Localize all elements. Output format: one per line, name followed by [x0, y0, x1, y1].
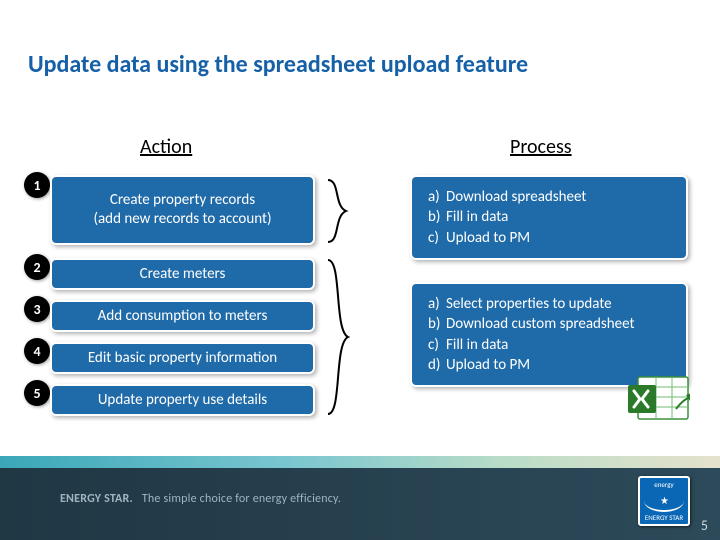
p2-c-key: c) [426, 335, 444, 355]
p2-d-val: Upload to PM [444, 355, 637, 375]
action-4-label: Edit basic property information [88, 349, 277, 367]
p2-a-val: Select properties to update [444, 294, 637, 314]
footer-gradient-band [0, 456, 720, 468]
p2-d-key: d) [426, 355, 444, 375]
step-number-4: 4 [24, 338, 50, 364]
action-block-5: Update property use details [50, 384, 315, 416]
step-number-1: 1 [24, 172, 50, 198]
step-number-2: 2 [24, 254, 50, 280]
brace-2 [326, 258, 356, 416]
p1-b-val: Fill in data [444, 207, 588, 227]
slide-title: Update data using the spreadsheet upload… [28, 50, 528, 79]
action-2-label: Create meters [140, 265, 226, 283]
logo-bottom-text: ENERGY STAR [645, 513, 683, 522]
action-block-1: Create property records (add new records… [50, 175, 315, 245]
p2-c-val: Fill in data [444, 335, 637, 355]
step-number-3: 3 [24, 296, 50, 322]
footer-brand: ENERGY STAR. [60, 492, 133, 506]
action-block-3: Add consumption to meters [50, 300, 315, 332]
action-block-2: Create meters [50, 258, 315, 290]
p2-b-val: Download custom spreadsheet [444, 314, 637, 334]
action-block-4: Edit basic property information [50, 342, 315, 374]
process-box-2: a)Select properties to update b)Download… [410, 282, 688, 387]
p1-c-key: c) [426, 228, 444, 248]
excel-icon [626, 373, 690, 423]
column-header-process: Process [510, 135, 572, 159]
p1-a-key: a) [426, 187, 444, 207]
footer-tagline: The simple choice for energy efficiency. [142, 492, 341, 506]
action-3-label: Add consumption to meters [98, 307, 268, 325]
action-1-line2: (add new records to account) [93, 210, 271, 229]
p1-a-val: Download spreadsheet [444, 187, 588, 207]
action-1-line1: Create property records [110, 191, 255, 210]
action-5-label: Update property use details [98, 391, 267, 409]
p2-a-key: a) [426, 294, 444, 314]
footer-text: ENERGY STAR. The simple choice for energ… [60, 492, 341, 506]
column-header-action: Action [140, 135, 192, 159]
p1-b-key: b) [426, 207, 444, 227]
p2-b-key: b) [426, 314, 444, 334]
energy-star-logo: energy ENERGY STAR [638, 476, 690, 526]
logo-top-text: energy [654, 480, 673, 489]
process-box-1: a)Download spreadsheet b)Fill in data c)… [410, 175, 688, 260]
slide: Update data using the spreadsheet upload… [0, 0, 720, 540]
brace-1 [326, 178, 356, 244]
step-number-5: 5 [24, 380, 50, 406]
p1-c-val: Upload to PM [444, 228, 588, 248]
page-number: 5 [701, 517, 708, 534]
